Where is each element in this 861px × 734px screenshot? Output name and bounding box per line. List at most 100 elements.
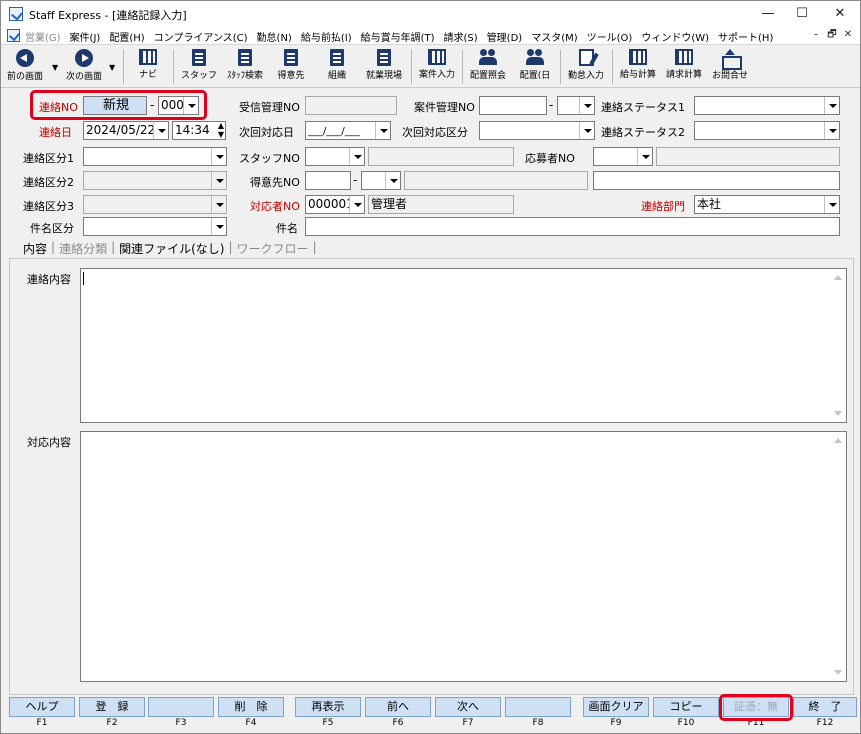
taiou-naiyou-textarea[interactable] [80, 431, 847, 682]
renraku-naiyou-scrollbar[interactable] [829, 269, 846, 422]
tab-workflow[interactable]: ワークフロー [237, 240, 309, 257]
toolbar-staff-search-button[interactable]: ｽﾀｯﾌ検索 [221, 47, 269, 87]
tab-naiyou[interactable]: 内容 [23, 240, 47, 257]
renraku-bi-date-select[interactable]: 2024/05/22 [83, 121, 169, 140]
kubun2-select[interactable] [83, 171, 227, 190]
menu-kanri[interactable]: 管理(D) [487, 29, 523, 44]
f2-register-button[interactable]: 登 録 [79, 697, 145, 717]
kubun1-select[interactable] [83, 147, 227, 166]
chevron-down-icon[interactable] [211, 148, 226, 165]
f4-delete-button[interactable]: 削 除 [218, 697, 284, 717]
spin-down-icon[interactable]: ▼ [218, 131, 224, 139]
toolbar-placement-inquiry-button[interactable]: 配置照会 [465, 47, 511, 87]
f12-exit-button[interactable]: 終 了 [793, 697, 857, 717]
f5-refresh-button[interactable]: 再表示 [295, 697, 361, 717]
tokuisaki-no-sub-select[interactable] [361, 171, 401, 190]
tokuisaki-no-field[interactable] [305, 171, 351, 190]
scroll-down-icon[interactable] [834, 411, 842, 416]
renraku-bi-time-field[interactable]: 14:34 ▲ ▼ [172, 121, 226, 140]
chevron-down-icon[interactable] [824, 122, 839, 139]
toolbar-customer-button[interactable]: 得意先 [271, 47, 311, 87]
chevron-down-icon[interactable] [349, 148, 364, 165]
anken-kanri-no-sub-select[interactable] [557, 96, 595, 115]
toolbar-organization-button[interactable]: 組織 [317, 47, 357, 87]
close-button[interactable]: ✕ [825, 5, 855, 23]
menu-anken[interactable]: 案件(J) [70, 29, 101, 44]
chevron-down-icon[interactable] [153, 122, 168, 139]
tab-renraku-bunrui[interactable]: 連絡分類 [59, 240, 107, 257]
jushin-kanri-no-field[interactable] [305, 96, 397, 115]
chevron-down-icon[interactable] [579, 97, 594, 114]
menu-eigyo[interactable]: 営業(G) [25, 29, 61, 44]
toolbar-inquiry-button[interactable]: お問合せ [707, 47, 753, 87]
chevron-down-icon[interactable] [824, 97, 839, 114]
oubosha-extra-field[interactable] [593, 171, 840, 190]
tokuisaki-name-field[interactable] [404, 171, 588, 190]
menu-seikyu[interactable]: 請求(S) [444, 29, 478, 44]
taiou-naiyou-scrollbar[interactable] [829, 432, 846, 681]
taiousha-no-select[interactable]: 000001 [305, 195, 365, 214]
mdi-restore-button[interactable]: 🗗 [825, 28, 839, 42]
jikai-taiou-bi-select[interactable]: ___/___/___ [305, 121, 391, 140]
mdi-minimize-button[interactable]: – [809, 28, 823, 42]
oubosha-no-select[interactable] [593, 147, 653, 166]
mdi-close-button[interactable]: ✕ [841, 28, 855, 42]
toolbar-staff-button[interactable]: スタッフ [179, 47, 219, 87]
jikai-taiou-kubun-select[interactable] [479, 121, 595, 140]
chevron-down-icon[interactable] [211, 172, 226, 189]
maximize-button[interactable]: ☐ [787, 5, 817, 23]
toolbar-navi-button[interactable]: ナビ [131, 47, 165, 87]
oubosha-name-field[interactable] [656, 147, 840, 166]
f6-prev-button[interactable]: 前へ [365, 697, 431, 717]
menu-haichi[interactable]: 配置(H) [109, 29, 144, 44]
spin-up-icon[interactable]: ▲ [218, 122, 224, 130]
renraku-naiyou-textarea[interactable] [80, 268, 847, 423]
staff-name-field[interactable] [368, 147, 514, 166]
anken-kanri-no-field[interactable] [479, 96, 547, 115]
scroll-up-icon[interactable] [834, 275, 842, 280]
chevron-down-icon[interactable] [637, 148, 652, 165]
menu-kyuyo-shoyo[interactable]: 給与賞与年調(T) [361, 29, 435, 44]
menu-compliance[interactable]: コンプライアンス(C) [154, 29, 248, 44]
menu-kintai[interactable]: 勤怠(N) [257, 29, 292, 44]
toolbar-back-button[interactable]: 前の画面 [3, 47, 47, 87]
toolbar-billing-button[interactable]: 請求計算 [661, 47, 707, 87]
kenmei-field[interactable] [305, 217, 840, 236]
forward-dropdown-icon[interactable]: ▼ [109, 63, 115, 72]
scroll-down-icon[interactable] [834, 670, 842, 675]
toolbar-payroll-button[interactable]: 給与計算 [615, 47, 661, 87]
f10-copy-button[interactable]: コピー [653, 697, 719, 717]
f8-button[interactable] [505, 697, 571, 717]
toolbar-attendance-input-button[interactable]: 勤怠入力 [563, 47, 609, 87]
minimize-button[interactable]: — [753, 5, 783, 23]
chevron-down-icon[interactable] [824, 196, 839, 213]
menu-master[interactable]: マスタ(M) [531, 29, 577, 44]
toolbar-placement-daily-button[interactable]: 配置(日 [514, 47, 556, 87]
chevron-down-icon[interactable] [211, 218, 226, 235]
scroll-up-icon[interactable] [834, 438, 842, 443]
status2-select[interactable] [694, 121, 840, 140]
menu-tool[interactable]: ツール(O) [587, 29, 633, 44]
f7-next-button[interactable]: 次へ [435, 697, 501, 717]
taiousha-name-field[interactable]: 管理者 [368, 195, 514, 214]
f3-button[interactable] [148, 697, 214, 717]
kenmei-kubun-select[interactable] [83, 217, 227, 236]
menu-support[interactable]: サポート(H) [718, 29, 773, 44]
chevron-down-icon[interactable] [349, 196, 364, 213]
toolbar-forward-button[interactable]: 次の画面 [61, 47, 107, 87]
back-dropdown-icon[interactable]: ▼ [52, 63, 58, 72]
status1-select[interactable] [694, 96, 840, 115]
toolbar-case-input-button[interactable]: 案件入力 [414, 47, 460, 87]
document-icon[interactable] [7, 29, 20, 42]
f1-help-button[interactable]: ヘルプ [9, 697, 75, 717]
chevron-down-icon[interactable] [385, 172, 400, 189]
menu-kyuyo-maebarai[interactable]: 給与前払(I) [301, 29, 352, 44]
chevron-down-icon[interactable] [375, 122, 390, 139]
tab-kanren-file[interactable]: 関連ファイル(なし) [119, 240, 224, 257]
f9-clear-button[interactable]: 画面クリア [583, 697, 649, 717]
chevron-down-icon[interactable] [211, 196, 226, 213]
renraku-bumon-select[interactable]: 本社 [694, 195, 840, 214]
chevron-down-icon[interactable] [579, 122, 594, 139]
toolbar-worksite-button[interactable]: 就業現場 [361, 47, 407, 87]
kubun3-select[interactable] [83, 195, 227, 214]
